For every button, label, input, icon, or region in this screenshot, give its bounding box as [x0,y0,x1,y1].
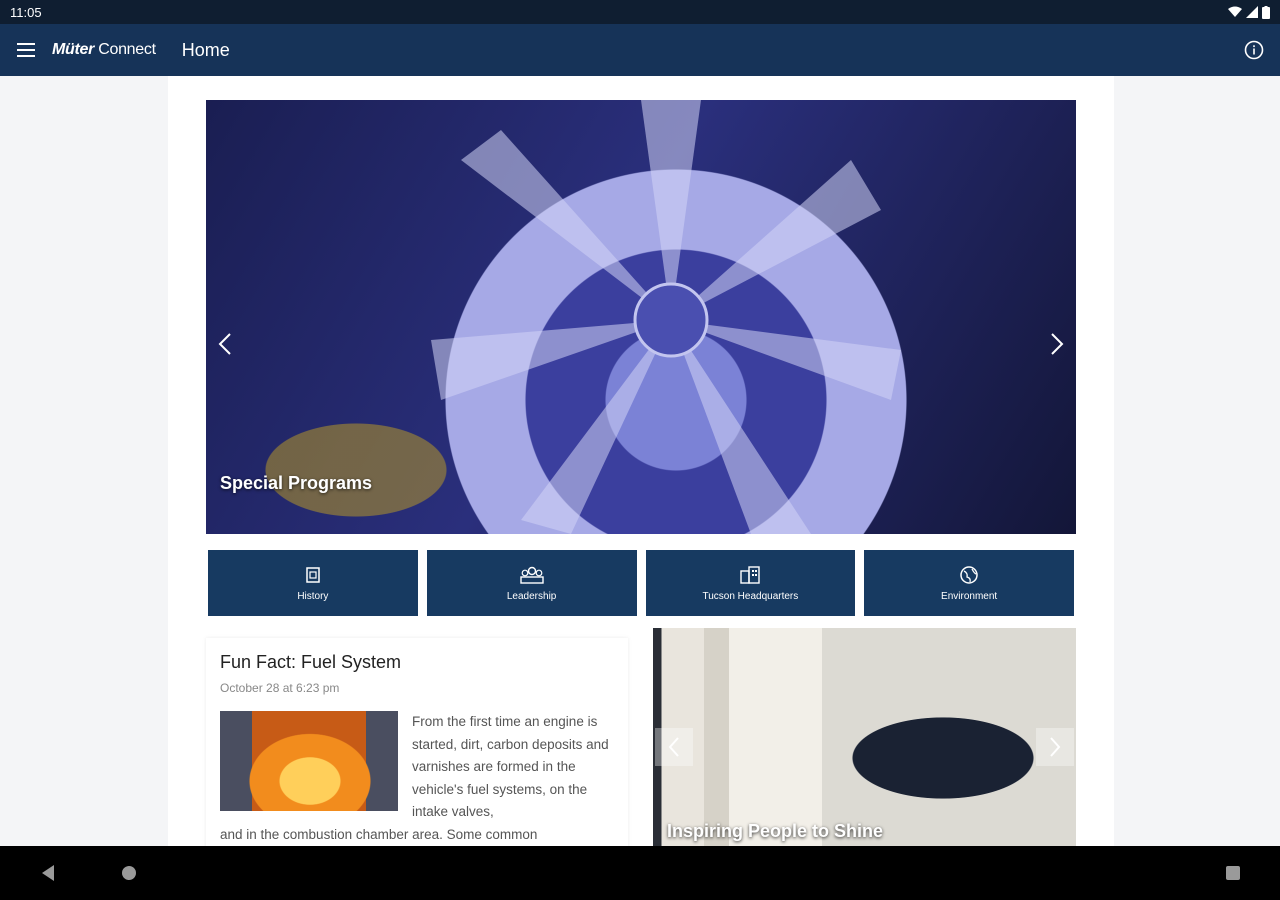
menu-button[interactable] [0,24,52,76]
brand-bold: Müter [52,41,95,58]
tile-label: Environment [941,590,998,602]
quick-links: History Leadership Tucson Headquarters E… [208,550,1074,616]
page-title: Home [181,39,230,60]
article-thumbnail [220,711,398,811]
promo-prev-button[interactable] [655,728,693,766]
status-icons [1228,5,1270,19]
tile-label: Leadership [506,590,557,602]
article-text-continued: and in the combustion chamber area. Some… [220,826,538,842]
leadership-icon [519,566,544,584]
status-time: 11:05 [10,4,42,20]
chevron-right-icon [1051,333,1064,355]
article-date: October 28 at 6:23 pm [220,681,340,695]
promo-caption: Inspiring People to Shine [667,821,884,841]
content-area: Special Programs History Leadership Tucs… [168,76,1114,846]
home-icon [122,866,136,880]
article-body: From the first time an engine is started… [220,711,614,824]
app-bar: Müter Connect Home [0,24,1280,76]
tile-tucson-headquarters[interactable]: Tucson Headquarters [645,550,856,616]
globe-icon [960,565,978,584]
promo-next-button[interactable] [1036,728,1074,766]
hamburger-icon [17,43,35,57]
info-icon [1244,40,1264,60]
article-title: Fun Fact: Fuel System [220,652,402,672]
recents-button[interactable] [1225,865,1241,886]
article-text: From the first time an engine is started… [412,714,609,819]
battery-icon [1262,5,1270,19]
tile-environment[interactable]: Environment [864,550,1074,616]
brand-light: Connect [98,41,156,58]
tile-history[interactable]: History [208,550,418,616]
chevron-left-icon [218,333,231,355]
home-button[interactable] [121,865,137,886]
hero-caption: Special Programs [220,473,373,493]
wheel-image [431,100,901,534]
article-card[interactable]: Fun Fact: Fuel System October 28 at 6:23… [206,638,628,846]
tile-label: History [297,590,329,602]
back-button[interactable] [40,864,56,887]
tile-label: Tucson Headquarters [702,590,799,602]
hero-next-button[interactable] [1044,326,1070,362]
chevron-left-icon [668,737,679,757]
system-nav-bar [0,846,1280,900]
brand-logo: Müter Connect [52,41,156,59]
chevron-right-icon [1050,737,1061,757]
back-icon [42,865,54,881]
tile-leadership[interactable]: Leadership [426,550,637,616]
promo-carousel[interactable]: Inspiring People to Shine [653,628,1076,846]
hero-carousel[interactable]: Special Programs [206,100,1076,534]
building-icon [740,565,761,584]
wifi-icon [1228,6,1242,17]
info-button[interactable] [1242,38,1266,62]
status-bar: 11:05 [0,0,1280,24]
signal-icon [1246,6,1258,18]
hero-prev-button[interactable] [212,326,238,362]
history-icon [306,566,320,583]
recents-icon [1226,866,1240,880]
